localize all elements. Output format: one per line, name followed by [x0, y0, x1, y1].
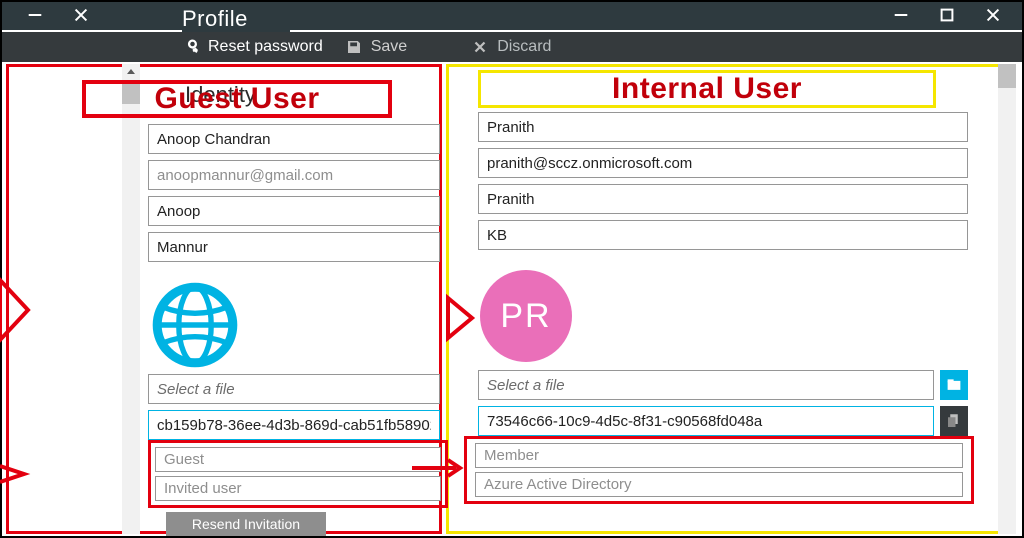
guest-lastname-field[interactable]: [148, 232, 440, 262]
window-controls: [878, 2, 1016, 28]
guest-user-label: Guest User: [154, 82, 319, 116]
key-icon: [182, 38, 200, 56]
close-icon[interactable]: [970, 2, 1016, 28]
arrow-to-guest-avatar: [0, 280, 40, 345]
reset-password-button[interactable]: Reset password: [182, 38, 323, 56]
title-bar: Profile: [2, 2, 1022, 30]
guest-user-annotation: Guest User: [82, 80, 392, 118]
prev-window-close-icon[interactable]: [58, 2, 104, 28]
guest-objectid-field[interactable]: [148, 410, 440, 440]
discard-button[interactable]: Discard: [471, 38, 551, 56]
internal-fields: [478, 112, 968, 256]
arrow-to-internal-type: [412, 458, 466, 483]
internal-file-input[interactable]: [478, 370, 934, 400]
maximize-icon[interactable]: [924, 2, 970, 28]
internal-objectid-field[interactable]: [478, 406, 934, 436]
internal-name-field[interactable]: [478, 112, 968, 142]
internal-source-field: [475, 472, 963, 497]
resend-invitation-button[interactable]: Resend Invitation: [166, 512, 326, 536]
copy-icon: [945, 412, 963, 430]
folder-icon: [945, 376, 963, 394]
guest-email-field[interactable]: [148, 160, 440, 190]
guest-source-field: [155, 476, 441, 501]
discard-label: Discard: [497, 38, 551, 56]
save-icon: [345, 38, 363, 56]
resend-invitation-label: Resend Invitation: [192, 516, 300, 532]
internal-type-source-box: [464, 436, 974, 504]
prev-window-minimize-icon[interactable]: [12, 2, 58, 28]
browse-file-button[interactable]: [940, 370, 968, 400]
guest-fields: [148, 124, 440, 268]
scroll-up-arrow-icon[interactable]: [122, 64, 140, 80]
internal-firstname-field[interactable]: [478, 184, 968, 214]
guest-firstname-field[interactable]: [148, 196, 440, 226]
internal-user-annotation: Internal User: [478, 70, 936, 108]
left-window-controls: [12, 2, 104, 28]
discard-x-icon: [471, 38, 489, 56]
avatar-initials: PR: [500, 297, 551, 336]
left-scrollbar[interactable]: [122, 64, 140, 534]
internal-usertype-field: [475, 443, 963, 468]
guest-type-source-box: [148, 440, 448, 508]
arrow-to-internal-avatar: [448, 298, 482, 343]
internal-lastname-field[interactable]: [478, 220, 968, 250]
copy-objectid-button[interactable]: [940, 406, 968, 436]
screenshot-frame: Profile Pranith - PREVIEW Reset password…: [0, 0, 1024, 538]
minimize-icon[interactable]: [878, 2, 924, 28]
internal-user-label: Internal User: [612, 72, 802, 106]
guest-name-field[interactable]: [148, 124, 440, 154]
guest-avatar-globe-icon: [150, 280, 240, 375]
window-title: Profile: [182, 6, 248, 32]
save-label: Save: [371, 38, 407, 56]
internal-avatar: PR: [480, 270, 572, 362]
guest-file-input[interactable]: [148, 374, 440, 404]
guest-file-row: [148, 374, 440, 410]
internal-file-row: [478, 370, 968, 406]
scrollbar-thumb[interactable]: [998, 64, 1016, 88]
internal-email-field[interactable]: [478, 148, 968, 178]
reset-password-label: Reset password: [208, 38, 323, 56]
arrow-to-guest-type: [0, 462, 30, 491]
guest-usertype-field: [155, 447, 441, 472]
toolbar: Reset password Save Discard: [2, 32, 1022, 62]
right-scrollbar[interactable]: [998, 64, 1016, 534]
save-button[interactable]: Save: [345, 38, 407, 56]
